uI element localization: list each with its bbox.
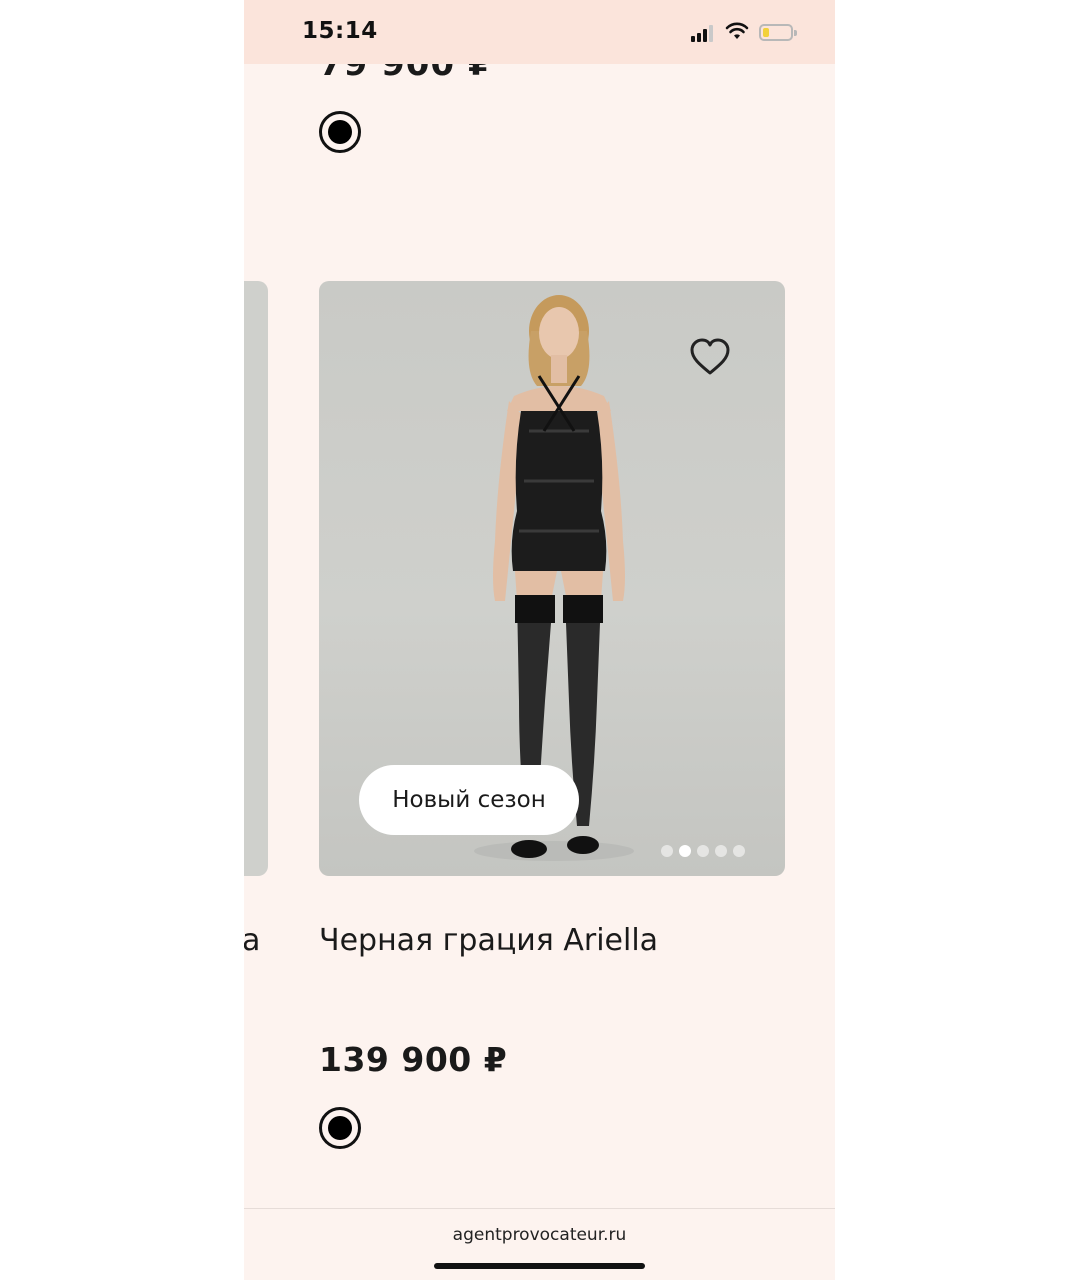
image-pagination[interactable]	[661, 845, 745, 857]
browser-url-bar[interactable]: agentprovocateur.ru	[244, 1208, 835, 1280]
previous-product-title[interactable]: a	[244, 923, 260, 958]
pagination-dot-active[interactable]	[679, 845, 691, 857]
previous-color-swatch[interactable]	[319, 111, 361, 153]
home-indicator[interactable]	[434, 1263, 645, 1269]
phone-screen: 15:14 79 900 ₽ a Новый сезон Черная грац…	[244, 0, 835, 1280]
color-swatch[interactable]	[319, 1107, 361, 1149]
battery-icon	[759, 24, 797, 41]
pagination-dot[interactable]	[715, 845, 727, 857]
status-bar: 15:14	[244, 0, 835, 64]
heart-icon[interactable]	[689, 337, 731, 377]
product-image[interactable]: Новый сезон	[319, 281, 785, 876]
status-time: 15:14	[302, 18, 378, 44]
product-price: 139 900 ₽	[319, 1040, 508, 1079]
cellular-signal-icon	[691, 24, 717, 42]
product-title[interactable]: Черная грация Ariella	[319, 923, 658, 958]
url-text: agentprovocateur.ru	[452, 1225, 627, 1245]
pagination-dot[interactable]	[661, 845, 673, 857]
new-season-badge: Новый сезон	[359, 765, 579, 835]
pagination-dot[interactable]	[733, 845, 745, 857]
pagination-dot[interactable]	[697, 845, 709, 857]
previous-product-image[interactable]	[244, 281, 268, 876]
wifi-icon	[725, 22, 749, 39]
